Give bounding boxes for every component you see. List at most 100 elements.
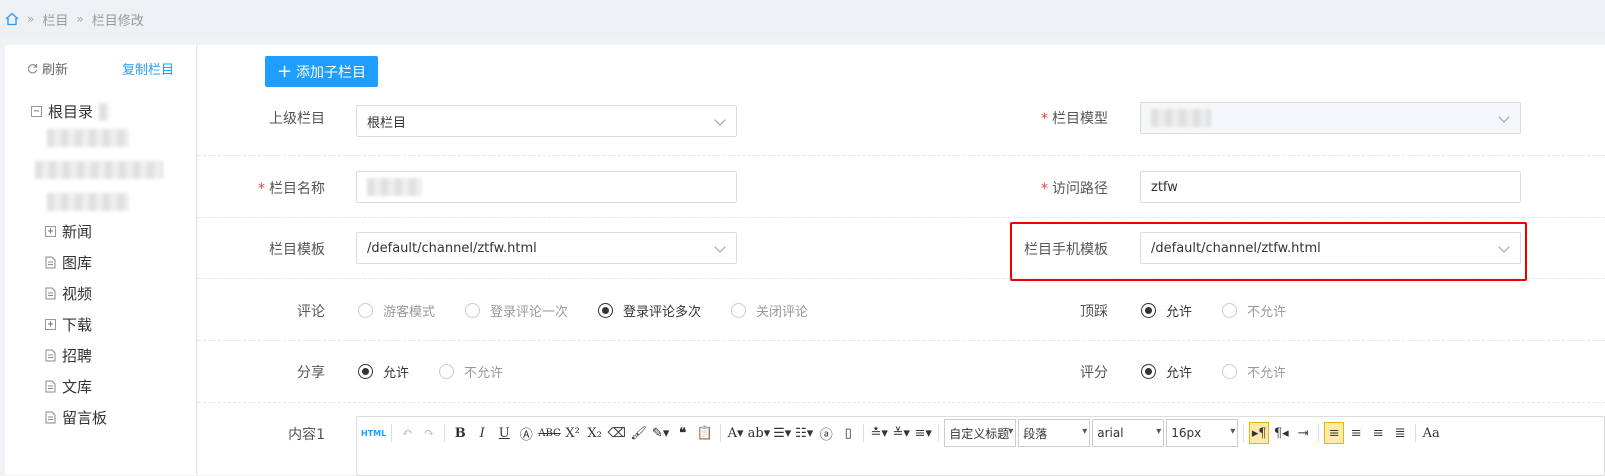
document-icon <box>45 411 56 424</box>
superscript-icon[interactable]: X² <box>563 422 583 444</box>
share-option-allow[interactable]: 允许 <box>358 362 409 381</box>
vote-option-deny[interactable]: 不允许 <box>1222 301 1286 320</box>
tree-node-jobs[interactable]: 招聘 <box>45 345 92 366</box>
breadcrumb: » 栏目 » 栏目修改 <box>0 0 1605 38</box>
font-family-select[interactable]: arial <box>1092 419 1165 447</box>
clear-doc-icon[interactable]: ▯ <box>838 422 858 444</box>
tree-node-label: 招聘 <box>62 347 93 365</box>
toolbar-separator <box>719 424 721 442</box>
breadcrumb-separator: » <box>76 12 84 26</box>
rtl-direction-icon[interactable]: ¶◂ <box>1271 422 1291 444</box>
vote-option-allow[interactable]: 允许 <box>1141 301 1192 320</box>
rate-option-deny[interactable]: 不允许 <box>1222 362 1286 381</box>
row-spacing-bottom-icon[interactable]: ≚▾ <box>891 422 911 444</box>
line-height-icon[interactable]: ≡▾ <box>913 422 933 444</box>
breadcrumb-item-channel[interactable]: 栏目 <box>42 10 68 29</box>
expand-icon[interactable]: + <box>45 226 56 237</box>
ordered-list-icon[interactable]: ☰▾ <box>772 422 792 444</box>
collapse-icon[interactable]: − <box>31 106 42 117</box>
paste-plain-icon[interactable]: 📋 <box>695 422 715 444</box>
blockquote-icon[interactable]: ❝ <box>673 422 693 444</box>
row-divider <box>198 278 1605 279</box>
toolbar-separator <box>863 424 865 442</box>
add-child-channel-label: 添加子栏目 <box>296 64 367 81</box>
toolbar-separator <box>391 424 393 442</box>
tree-node-download[interactable]: + 下载 <box>45 314 92 335</box>
comment-option-login-multiple[interactable]: 登录评论多次 <box>598 301 701 320</box>
comment-option-guest[interactable]: 游客模式 <box>358 301 435 320</box>
undo-icon[interactable]: ↶ <box>397 422 417 444</box>
toolbar-separator <box>1318 424 1320 442</box>
home-icon[interactable] <box>5 12 19 26</box>
add-child-channel-button[interactable]: + 添加子栏目 <box>265 56 378 87</box>
parent-channel-select[interactable]: 根栏目 <box>356 105 737 137</box>
rate-radio-group: 允许 不允许 <box>1141 362 1316 381</box>
strikethrough-icon[interactable]: ABC <box>538 422 560 444</box>
custom-title-select[interactable]: 自定义标题 <box>944 419 1017 447</box>
align-left-icon[interactable]: ≡ <box>1324 422 1345 444</box>
indent-icon[interactable]: ⇥ <box>1293 422 1313 444</box>
share-option-deny[interactable]: 不允许 <box>439 362 503 381</box>
tree-node-gallery[interactable]: 图库 <box>45 252 92 273</box>
channel-model-select[interactable] <box>1140 102 1521 134</box>
channel-template-select[interactable]: /default/channel/ztfw.html <box>356 232 737 264</box>
row-spacing-top-icon[interactable]: ≛▾ <box>869 422 889 444</box>
align-right-icon[interactable]: ≡ <box>1368 422 1388 444</box>
tree-node-library[interactable]: 文库 <box>45 376 92 397</box>
align-center-icon[interactable]: ≡ <box>1346 422 1366 444</box>
mobile-template-select[interactable]: /default/channel/ztfw.html <box>1140 232 1521 264</box>
custom-title-value: 自定义标题 <box>949 426 1010 441</box>
auto-format-icon[interactable]: ✎▾ <box>651 422 671 444</box>
tree-node-redacted[interactable] <box>47 193 129 211</box>
channel-name-input[interactable] <box>356 171 737 203</box>
format-painter-icon[interactable]: 🖌 <box>629 422 649 444</box>
paragraph-select[interactable]: 段落 <box>1018 419 1091 447</box>
font-border-icon[interactable]: Ⓐ <box>516 422 536 444</box>
mobile-template-value: /default/channel/ztfw.html <box>1151 240 1321 256</box>
font-color-icon[interactable]: A▾ <box>726 422 746 444</box>
tree-node-news[interactable]: + 新闻 <box>45 221 92 242</box>
document-icon <box>45 380 56 393</box>
redo-icon[interactable]: ↷ <box>419 422 439 444</box>
bold-icon[interactable]: B <box>450 422 470 444</box>
underline-icon[interactable]: U <box>494 422 514 444</box>
vote-radio-group: 允许 不允许 <box>1141 301 1316 320</box>
refresh-button[interactable]: 刷新 <box>27 59 68 78</box>
text-direction-icon[interactable]: Aa <box>1421 422 1441 444</box>
comment-option-login-once[interactable]: 登录评论一次 <box>465 301 568 320</box>
radio-label: 登录评论多次 <box>623 305 702 320</box>
tree-node-root[interactable]: − 根目录 <box>31 101 110 122</box>
comment-option-closed[interactable]: 关闭评论 <box>731 301 808 320</box>
rate-option-allow[interactable]: 允许 <box>1141 362 1192 381</box>
tree-node-label: 根目录 <box>48 103 94 121</box>
radio-icon <box>1222 303 1238 318</box>
align-justify-icon[interactable]: ≣ <box>1390 422 1410 444</box>
row-divider <box>198 155 1605 156</box>
tree-node-label: 下载 <box>62 316 93 334</box>
unordered-list-icon[interactable]: ☷▾ <box>794 422 814 444</box>
toolbar-separator <box>938 424 940 442</box>
expand-icon[interactable]: + <box>45 319 56 330</box>
subscript-icon[interactable]: X₂ <box>585 422 605 444</box>
eraser-icon[interactable]: ⌫ <box>607 422 627 444</box>
highlight-color-icon[interactable]: ab▾ <box>748 422 771 444</box>
font-size-select[interactable]: 16px <box>1166 419 1239 447</box>
html-source-button[interactable]: HTML <box>361 422 386 444</box>
tree-node-redacted[interactable] <box>47 129 129 147</box>
tree-node-guestbook[interactable]: 留言板 <box>45 407 107 428</box>
copy-channel-button[interactable]: 复制栏目 <box>122 59 174 78</box>
channel-template-label: 栏目模板 <box>269 242 325 258</box>
parent-channel-label: 上级栏目 <box>269 111 325 127</box>
mobile-template-label: 栏目手机模板 <box>1024 242 1108 258</box>
radio-icon <box>1141 364 1156 379</box>
toolbar-separator <box>444 424 446 442</box>
radio-label: 允许 <box>383 366 410 381</box>
select-all-icon[interactable]: ⓐ <box>816 422 836 444</box>
italic-icon[interactable]: I <box>472 422 492 444</box>
toolbar-separator <box>1243 424 1245 442</box>
tree-node-redacted[interactable] <box>35 161 163 179</box>
ltr-direction-icon[interactable]: ▸¶ <box>1249 422 1270 444</box>
tree-node-video[interactable]: 视频 <box>45 283 92 304</box>
rich-text-editor[interactable]: HTML ↶ ↷ B I U Ⓐ ABC X² X₂ ⌫ 🖌 ✎▾ ❝ 📋 A▾… <box>356 416 1605 476</box>
access-path-input[interactable]: ztfw <box>1140 171 1521 203</box>
